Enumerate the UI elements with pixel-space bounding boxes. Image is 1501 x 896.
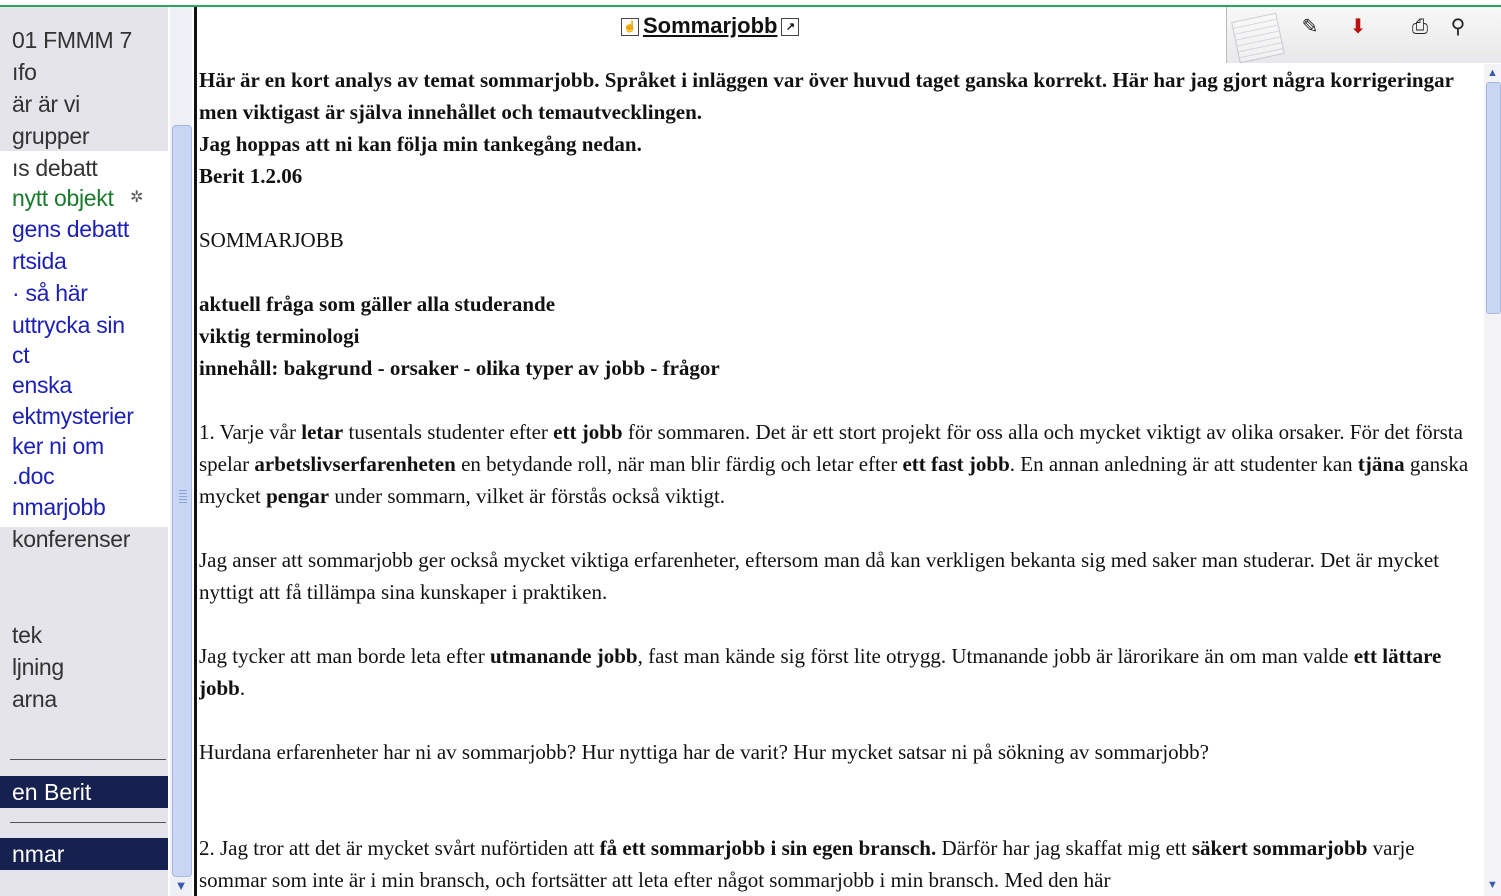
sidebar-item[interactable]: · så här bbox=[12, 278, 88, 308]
sidebar-item-current[interactable]: nmar bbox=[0, 838, 168, 870]
sidebar-navigation: 01 FMMM 7 ıfo är är vi grupper ıs debatt nytt… bbox=[0, 7, 168, 896]
sidebar-item[interactable]: gens debatt bbox=[12, 214, 129, 244]
chart-icon: ↗ bbox=[781, 18, 800, 37]
sidebar-item[interactable]: enska bbox=[12, 370, 72, 400]
sidebar-item-user[interactable]: en Berit bbox=[0, 776, 168, 808]
save-icon[interactable]: ⬇ bbox=[1345, 15, 1371, 39]
sidebar-item[interactable]: konferenser bbox=[12, 524, 130, 554]
topic-item: aktuell fråga som gäller alla studerande bbox=[199, 292, 556, 316]
sidebar-item[interactable]: är är vi bbox=[12, 89, 80, 119]
new-item-sparkle-icon: ✲ bbox=[130, 189, 144, 206]
content-scrollbar-thumb[interactable] bbox=[1486, 82, 1501, 314]
message-body: Här är en kort analys av temat sommarjob… bbox=[199, 64, 1479, 896]
sidebar-item[interactable]: ljning bbox=[12, 652, 64, 682]
page-title-text[interactable]: Sommarjobb bbox=[643, 13, 777, 38]
print-icon[interactable]: ⎙ bbox=[1407, 15, 1433, 39]
intro-paragraph: Här är en kort analys av temat sommarjob… bbox=[199, 68, 1454, 124]
sidebar-item[interactable]: ker ni om bbox=[12, 431, 104, 461]
topic-item: viktig terminologi bbox=[199, 324, 360, 348]
sidebar-item[interactable]: grupper bbox=[12, 121, 89, 151]
sidebar-item[interactable]: arna bbox=[12, 684, 57, 714]
sidebar-item[interactable]: 01 FMMM 7 bbox=[12, 25, 132, 55]
sidebar-item[interactable]: uttrycka sin bbox=[12, 310, 125, 340]
toolbar: ✎ ⬇ ⎙ ⚲ bbox=[1226, 7, 1501, 64]
sidebar-item[interactable]: rtsida bbox=[12, 246, 67, 276]
scroll-up-arrow-icon[interactable]: ▲ bbox=[1484, 64, 1501, 82]
topic-item: innehåll: bakgrund - orsaker - olika typ… bbox=[199, 356, 720, 380]
paragraph-3: Jag tycker att man borde leta efter utma… bbox=[199, 644, 1442, 700]
paragraph-2: Jag anser att sommarjobb ger också mycke… bbox=[199, 548, 1440, 604]
sidebar-item[interactable]: tek bbox=[12, 620, 42, 650]
sidebar-item[interactable]: ct bbox=[12, 340, 30, 370]
scroll-down-arrow-icon[interactable]: ▼ bbox=[1484, 876, 1501, 894]
sidebar-item[interactable]: ıfo bbox=[12, 57, 37, 87]
hand-pointer-icon: ☝ bbox=[621, 18, 639, 37]
document-watermark-icon bbox=[1231, 12, 1285, 64]
scroll-down-arrow-icon[interactable]: ▼ bbox=[171, 876, 191, 896]
paragraph-4: Hurdana erfarenheter har ni av sommarjob… bbox=[199, 740, 1209, 764]
page-title[interactable]: ☝ Sommarjobb ↗ bbox=[617, 12, 803, 40]
sidebar-divider bbox=[10, 759, 166, 760]
intro-line: Jag hoppas att ni kan följa min tankegån… bbox=[199, 132, 642, 156]
edit-icon[interactable]: ✎ bbox=[1297, 15, 1323, 39]
scroll-grip-icon bbox=[179, 490, 187, 504]
search-icon[interactable]: ⚲ bbox=[1445, 15, 1471, 39]
section-heading: SOMMARJOBB bbox=[199, 228, 344, 252]
sidebar-item[interactable]: nytt objekt bbox=[12, 183, 114, 213]
sidebar-item[interactable]: ıs debatt bbox=[12, 153, 98, 183]
sidebar-divider bbox=[10, 822, 166, 823]
sidebar-item[interactable]: .doc bbox=[12, 461, 55, 491]
sidebar-item[interactable]: ektmysterier bbox=[12, 401, 134, 431]
paragraph-5: 2. Jag tror att det är mycket svårt nufö… bbox=[199, 836, 1415, 892]
sidebar-item[interactable]: nmarjobb bbox=[12, 492, 106, 522]
author-signature: Berit 1.2.06 bbox=[199, 164, 303, 188]
frame-divider bbox=[194, 7, 197, 896]
paragraph-1: 1. Varje vår letar tusentals studenter e… bbox=[199, 420, 1469, 508]
